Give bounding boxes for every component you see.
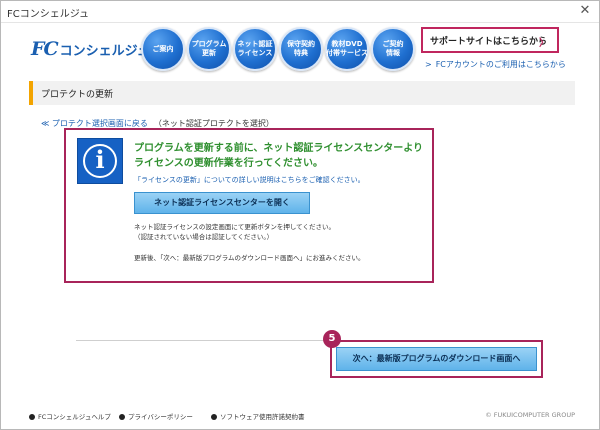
- nav-label: ネット認証 ライセンス: [237, 40, 273, 57]
- divider: [76, 340, 326, 341]
- chevron-right-icon: 〉: [539, 38, 549, 49]
- back-to-protect-select-link[interactable]: ≪ プロテクト選択画面に戻る: [41, 119, 148, 128]
- nav-program-update-button[interactable]: プログラム 更新: [187, 27, 231, 71]
- support-site-button[interactable]: サポートサイトはこちらから 〉: [421, 27, 559, 53]
- notice-description: ネット認証ライセンスの設定画面にて更新ボタンを押してください。 （認証されていな…: [134, 222, 424, 242]
- nav-dvd-service-button[interactable]: 教材DVD 付帯サービス: [325, 27, 369, 71]
- window-title: FCコンシェルジュ: [7, 9, 90, 20]
- support-site-label: サポートサイトはこちらから: [430, 36, 548, 47]
- open-license-center-button[interactable]: ネット認証ライセンスセンターを開く: [134, 192, 310, 214]
- footer-license-label: ソフトウェア使用許諾契約書: [220, 413, 305, 421]
- bullet-icon: [211, 414, 217, 420]
- next-step-highlight: 次へ：最新版プログラムのダウンロード画面へ: [330, 340, 543, 378]
- license-update-notice: i プログラムを更新する前に、ネット認証ライセンスセンターより ライセンスの更新…: [64, 128, 434, 283]
- notice-headline: プログラムを更新する前に、ネット認証ライセンスセンターより ライセンスの更新作業…: [134, 143, 423, 169]
- nav-guide-button[interactable]: ご案内: [141, 27, 185, 71]
- copyright: © FUKUICOMPUTER GROUP: [485, 411, 575, 419]
- description-line: ネット認証ライセンスの設定画面にて更新ボタンを押してください。: [134, 223, 335, 231]
- footer-help-label: FCコンシェルジュヘルプ: [38, 413, 111, 421]
- bullet-icon: [119, 414, 125, 420]
- section-title: プロテクトの更新: [41, 90, 114, 100]
- app-window: FCコンシェルジュ ✕ FC コンシェルジュ ご案内 プログラム 更新 ネット認…: [0, 0, 600, 430]
- info-icon: i: [77, 138, 123, 184]
- notice-after-update: 更新後、「次へ：最新版プログラムのダウンロード画面へ」にお進みください。: [134, 254, 365, 262]
- nav-net-license-button[interactable]: ネット認証 ライセンス: [233, 27, 277, 71]
- nav-label: 保守契約 特典: [287, 40, 315, 57]
- footer: FCコンシェルジュヘルプ プライバシーポリシー ソフトウェア使用許諾契約書 © …: [29, 409, 575, 423]
- nav-label: ご案内: [152, 44, 174, 53]
- next-download-page-button[interactable]: 次へ：最新版プログラムのダウンロード画面へ: [336, 347, 537, 371]
- license-update-detail-link[interactable]: 「ライセンスの更新」についての詳しい説明はこちらをご確認ください。: [134, 175, 365, 185]
- step-number-badge: 5: [323, 330, 341, 348]
- nav-maintenance-benefits-button[interactable]: 保守契約 特典: [279, 27, 323, 71]
- fc-concierge-logo: FC コンシェルジュ: [31, 37, 150, 61]
- nav-label: 教材DVD 付帯サービス: [326, 40, 368, 57]
- close-icon[interactable]: ✕: [577, 3, 593, 18]
- nav-label: ご契約 情報: [382, 40, 404, 57]
- fc-account-label: FCアカウントのご利用はこちらから: [435, 60, 566, 69]
- description-line: （認証されていない場合は認証してください。）: [134, 233, 274, 241]
- title-bar: FCコンシェルジュ ✕: [1, 1, 599, 23]
- bullet-icon: [29, 414, 35, 420]
- footer-privacy-label: プライバシーポリシー: [128, 413, 193, 421]
- logo-mark: FC: [31, 38, 59, 60]
- section-header: プロテクトの更新: [29, 81, 575, 105]
- nav-contract-info-button[interactable]: ご契約 情報: [371, 27, 415, 71]
- breadcrumb-note: （ネット認証プロテクトを選択）: [153, 119, 274, 128]
- logo-name: コンシェルジュ: [59, 43, 150, 59]
- nav-label: プログラム 更新: [191, 40, 227, 57]
- info-icon-glyph: i: [95, 145, 105, 174]
- footer-license-link[interactable]: ソフトウェア使用許諾契約書: [211, 411, 305, 421]
- footer-help-link[interactable]: FCコンシェルジュヘルプ: [29, 411, 111, 421]
- footer-privacy-link[interactable]: プライバシーポリシー: [119, 411, 193, 421]
- chevron-right-icon: >: [425, 60, 432, 69]
- fc-account-link[interactable]: > FCアカウントのご利用はこちらから: [425, 59, 566, 70]
